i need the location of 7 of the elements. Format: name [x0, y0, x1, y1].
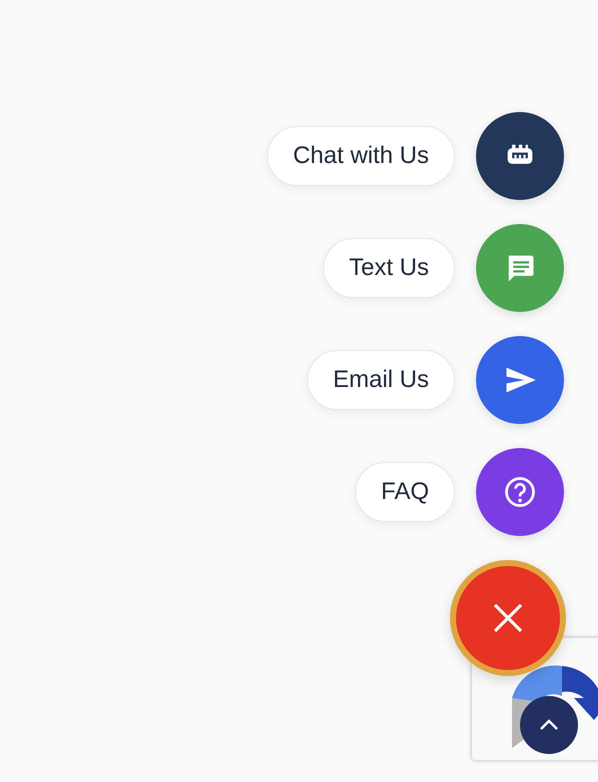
action-label[interactable]: Email Us — [306, 350, 455, 410]
action-label[interactable]: Chat with Us — [266, 126, 455, 186]
chevron-up-icon — [539, 719, 559, 731]
question-icon — [502, 474, 538, 510]
action-label[interactable]: Text Us — [322, 238, 455, 298]
close-icon — [493, 603, 523, 633]
action-label[interactable]: FAQ — [354, 462, 455, 522]
